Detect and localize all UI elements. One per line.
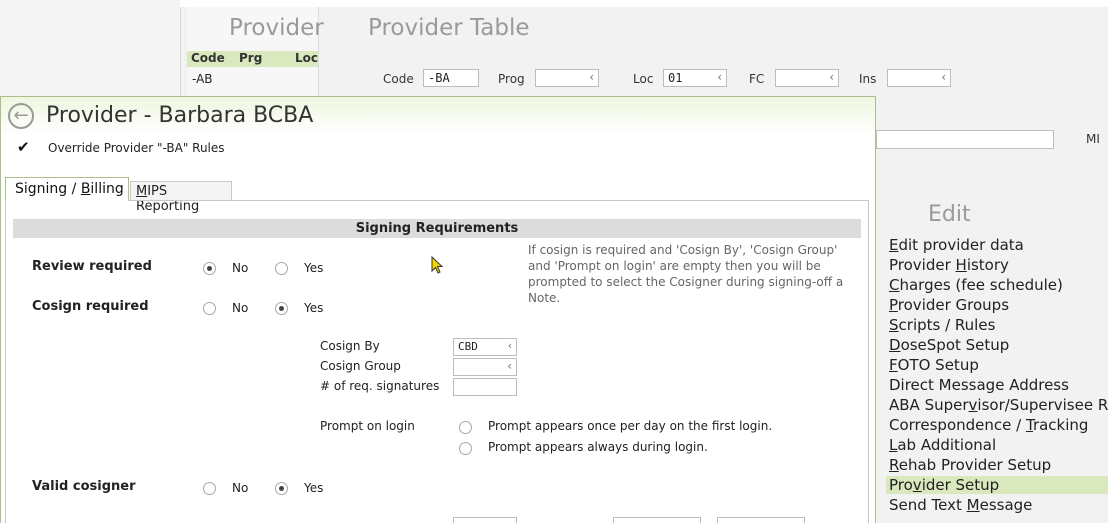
valid-cosigner-no-radio[interactable] — [203, 482, 216, 495]
chevron-left-icon[interactable]: ‹ — [508, 339, 512, 352]
mouse-cursor-icon — [431, 256, 444, 274]
edit-item-direct-message-address[interactable]: Direct Message Address — [889, 376, 1069, 394]
req-signatures-input[interactable] — [453, 378, 517, 396]
prompt-once-radio[interactable] — [459, 421, 472, 434]
cosign-help-text: If cosign is required and 'Cosign By', '… — [528, 243, 844, 305]
review-no-label: No — [232, 261, 249, 275]
req-signatures-label: # of req. signatures — [320, 379, 440, 393]
review-yes-radio[interactable] — [275, 262, 288, 275]
edit-item-provider-setup[interactable]: Provider Setup — [886, 476, 1108, 494]
loc-input[interactable]: 01 ‹ — [663, 69, 727, 87]
edit-item-provider-groups[interactable]: Provider Groups — [889, 296, 1009, 314]
edit-item-charges[interactable]: Charges (fee schedule) — [889, 276, 1063, 294]
edit-item-dosespot-setup[interactable]: DoseSpot Setup — [889, 336, 1009, 354]
column-loc[interactable]: Loc — [295, 51, 318, 65]
cosign-yes-radio[interactable] — [275, 302, 288, 315]
loc-label: Loc — [633, 72, 654, 86]
edit-item-send-text-message[interactable]: Send Text Message — [889, 496, 1032, 514]
provider-dialog: ← Provider - Barbara BCBA ✔ Override Pro… — [0, 96, 876, 523]
chevron-left-icon[interactable]: ‹ — [589, 70, 594, 84]
dialog-title: Provider - Barbara BCBA — [46, 103, 314, 128]
cosign-group-input[interactable]: ‹ — [453, 358, 517, 376]
provider-panel-title: Provider — [229, 15, 324, 41]
tab-mips-reporting[interactable]: MIPS Reporting — [130, 181, 232, 214]
edit-item-rehab-provider-setup[interactable]: Rehab Provider Setup — [889, 456, 1051, 474]
name-input[interactable] — [876, 130, 1054, 149]
cosign-no-label: No — [232, 301, 249, 315]
review-no-radio[interactable] — [203, 262, 216, 275]
code-label: Code — [383, 72, 414, 86]
edit-item-provider-history[interactable]: Provider History — [889, 256, 1009, 274]
ins-input[interactable]: ‹ — [887, 69, 951, 87]
column-prg[interactable]: Prg — [239, 51, 262, 65]
review-required-label: Review required — [32, 259, 152, 274]
chevron-left-icon[interactable]: ‹ — [717, 70, 722, 84]
cosign-group-label: Cosign Group — [320, 359, 401, 373]
prompt-on-login-label: Prompt on login — [320, 419, 415, 433]
cosign-by-label: Cosign By — [320, 339, 380, 353]
prompt-always-radio[interactable] — [459, 442, 472, 455]
override-checkbox[interactable]: ✔ — [17, 140, 31, 155]
valid-cosigner-yes-radio[interactable] — [275, 482, 288, 495]
prog-input[interactable]: ‹ — [535, 69, 599, 87]
code-input[interactable]: -BA — [423, 69, 479, 87]
provider-table-title: Provider Table — [368, 15, 530, 41]
chevron-left-icon[interactable]: ‹ — [507, 359, 512, 373]
prompt-always-label: Prompt appears always during login. — [488, 440, 708, 454]
cosign-no-radio[interactable] — [203, 302, 216, 315]
tab-signing-billing[interactable]: Signing / Billing — [5, 177, 129, 201]
edit-menu-title: Edit — [928, 202, 971, 227]
edit-item-edit-provider-data[interactable]: Edit provider data — [889, 236, 1024, 254]
cosign-required-label: Cosign required — [32, 299, 149, 314]
cut-off-input-2[interactable] — [613, 517, 701, 523]
fc-label: FC — [749, 72, 765, 86]
edit-item-scripts-rules[interactable]: Scripts / Rules — [889, 316, 995, 334]
valid-cosigner-no-label: No — [232, 481, 249, 495]
ins-label: Ins — [859, 72, 877, 86]
review-yes-label: Yes — [304, 261, 324, 275]
edit-item-correspondence-tracking[interactable]: Correspondence / Tracking — [889, 416, 1088, 434]
provider-list-header: Code Prg Loc — [187, 51, 318, 67]
cut-off-input-3[interactable] — [717, 517, 805, 523]
column-code[interactable]: Code — [191, 51, 225, 65]
prog-label: Prog — [498, 72, 525, 86]
cosign-by-input[interactable]: CBD ‹ — [453, 338, 517, 356]
section-signing-requirements: Signing Requirements — [13, 219, 861, 238]
valid-cosigner-label: Valid cosigner — [32, 479, 136, 494]
mi-label: MI — [1086, 132, 1100, 146]
chevron-left-icon[interactable]: ‹ — [941, 70, 946, 84]
cosign-yes-label: Yes — [304, 301, 324, 315]
chevron-left-icon[interactable]: ‹ — [829, 70, 834, 84]
prompt-once-label: Prompt appears once per day on the first… — [488, 419, 773, 433]
top-strip — [180, 0, 1108, 7]
override-label: Override Provider "-BA" Rules — [48, 141, 225, 155]
edit-item-aba-supervisor[interactable]: ABA Supervisor/Supervisee Rec — [889, 396, 1108, 414]
back-arrow-icon[interactable]: ← — [8, 103, 34, 129]
fc-input[interactable]: ‹ — [775, 69, 839, 87]
edit-item-foto-setup[interactable]: FOTO Setup — [889, 356, 979, 374]
edit-item-lab-additional[interactable]: Lab Additional — [889, 436, 996, 454]
provider-list-row[interactable]: -AB — [192, 72, 213, 86]
valid-cosigner-yes-label: Yes — [304, 481, 324, 495]
cut-off-input-1[interactable] — [453, 517, 517, 523]
